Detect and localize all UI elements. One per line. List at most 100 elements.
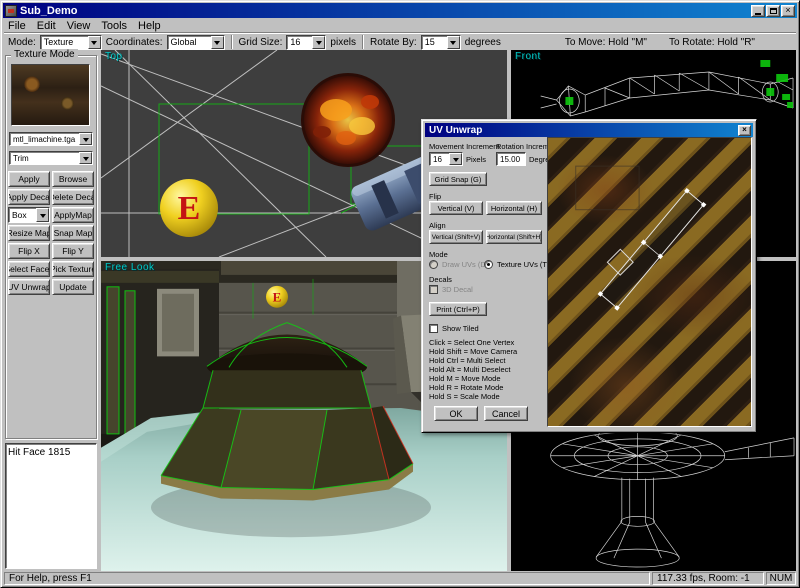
align-horizontal-button[interactable]: Horizontal (Shift+H) <box>486 230 542 244</box>
mode-combo[interactable]: Texture <box>40 35 102 50</box>
menu-bar: File Edit View Tools Help <box>4 19 796 32</box>
apply-decal-button[interactable]: Apply Decal <box>8 189 50 205</box>
texture-category-combo[interactable]: Trim <box>9 151 93 165</box>
uv-overlay <box>548 138 751 426</box>
menu-help[interactable]: Help <box>134 20 168 32</box>
maximize-icon <box>770 8 777 14</box>
menu-view[interactable]: View <box>63 20 98 32</box>
help-line: Hold Shift = Move Camera <box>429 347 517 356</box>
uv-unwrap-dialog: UV Unwrap × Movement Increment Rotation … <box>421 119 757 433</box>
texture-uvs-radio[interactable]: Texture UVs (T) <box>484 260 550 269</box>
texture-category-value: Trim <box>13 154 29 163</box>
e-ball-letter: E <box>273 290 282 305</box>
minimize-button[interactable] <box>751 5 765 17</box>
rotate-by-combo[interactable]: 15 <box>421 35 461 50</box>
status-num-lock: NUM <box>766 572 796 585</box>
fireball-sprite <box>301 73 395 167</box>
select-faces-button[interactable]: Select Faces <box>8 261 50 277</box>
app-window: Sub_Demo × File Edit View Tools Help Mod… <box>0 0 800 588</box>
rotate-by-unit: degrees <box>465 37 501 48</box>
chevron-down-icon[interactable] <box>79 133 92 145</box>
snap-map-button[interactable]: Snap Map <box>52 225 94 241</box>
align-vertical-button[interactable]: Vertical (Shift+V) <box>429 230 483 244</box>
chevron-down-icon[interactable] <box>36 208 49 222</box>
rotate-by-label: Rotate By: <box>370 37 417 48</box>
3d-decal-checkbox[interactable]: 3D Decal <box>429 285 473 294</box>
chevron-down-icon[interactable] <box>449 153 462 165</box>
close-button[interactable]: × <box>781 5 795 17</box>
uv-texture-canvas[interactable] <box>547 137 752 427</box>
radio-icon <box>429 260 438 269</box>
close-icon: × <box>785 6 790 15</box>
dialog-close-button[interactable]: × <box>738 125 751 136</box>
browse-button[interactable]: Browse <box>52 171 94 187</box>
show-tiled-checkbox[interactable]: Show Tiled <box>429 324 479 333</box>
print-button[interactable]: Print (Ctrl+P) <box>429 302 487 316</box>
menu-file[interactable]: File <box>4 20 33 32</box>
draw-uvs-label: Draw UVs (D) <box>442 260 488 269</box>
dialog-title-bar[interactable]: UV Unwrap × <box>425 123 753 137</box>
grid-size-unit: pixels <box>330 37 356 48</box>
coordinates-label: Coordinates: <box>106 37 163 48</box>
radio-selected-icon <box>484 260 493 269</box>
texture-mode-title: Texture Mode <box>11 49 78 60</box>
flip-horizontal-button[interactable]: Horizontal (H) <box>486 201 542 215</box>
front-viewport-label: Front <box>515 51 541 62</box>
texture-preview[interactable] <box>11 64 90 126</box>
flip-vertical-button[interactable]: Vertical (V) <box>429 201 483 215</box>
hit-face-list[interactable]: Hit Face 1815 <box>5 443 97 569</box>
chevron-down-icon[interactable] <box>88 36 101 49</box>
coordinates-combo-value: Global <box>171 37 197 47</box>
status-fps: 117.33 fps, Room: -1 <box>652 572 764 585</box>
help-line: Click = Select One Vertex <box>429 338 514 347</box>
list-item[interactable]: Hit Face 1815 <box>8 447 94 458</box>
chevron-down-icon[interactable] <box>447 36 460 49</box>
chevron-down-icon[interactable] <box>312 36 325 49</box>
cancel-button[interactable]: Cancel <box>484 406 528 421</box>
grid-size-combo[interactable]: 16 <box>286 35 326 50</box>
flip-x-button[interactable]: Flip X <box>8 243 50 259</box>
grid-snap-button[interactable]: Grid Snap (G) <box>429 172 487 186</box>
texture-uvs-label: Texture UVs (T) <box>497 260 550 269</box>
mode-label: Mode: <box>8 37 36 48</box>
draw-uvs-radio[interactable]: Draw UVs (D) <box>429 260 488 269</box>
texture-mode-groupbox: Texture Mode mtl_limachine.tga Trim Appl… <box>5 55 97 439</box>
mode-label: Mode <box>429 250 448 259</box>
wireframe-assembly <box>551 426 794 567</box>
maximize-button[interactable] <box>766 5 780 17</box>
toolbar: Mode: Texture Coordinates: Global Grid S… <box>4 32 796 50</box>
window-title: Sub_Demo <box>20 5 750 17</box>
help-line: Hold S = Scale Mode <box>429 392 500 401</box>
menu-edit[interactable]: Edit <box>33 20 63 32</box>
apply-map-button[interactable]: ApplyMap <box>52 207 94 223</box>
app-icon <box>5 5 17 17</box>
flip-y-button[interactable]: Flip Y <box>52 243 94 259</box>
chevron-down-icon[interactable] <box>211 36 224 49</box>
ok-button[interactable]: OK <box>434 406 478 421</box>
toolbar-separator <box>362 35 364 49</box>
show-tiled-label: Show Tiled <box>442 324 479 333</box>
close-icon: × <box>742 126 747 134</box>
minimize-icon <box>755 13 761 15</box>
title-bar[interactable]: Sub_Demo × <box>3 3 797 18</box>
uv-unwrap-button[interactable]: UV Unwrap <box>8 279 50 295</box>
resize-map-button[interactable]: Resize Map <box>8 225 50 241</box>
grid-size-label: Grid Size: <box>239 37 283 48</box>
pick-texture-button[interactable]: Pick Texture <box>52 261 94 277</box>
texture-file-combo[interactable]: mtl_limachine.tga <box>9 132 93 146</box>
wireframe-arm <box>541 72 793 116</box>
menu-tools[interactable]: Tools <box>97 20 134 32</box>
coordinates-combo[interactable]: Global <box>167 35 225 50</box>
rotation-increment-field[interactable]: 15.00 <box>496 152 526 166</box>
map-type-combo[interactable]: Box <box>8 207 50 223</box>
movement-unit-label: Pixels <box>466 155 486 164</box>
checkbox-icon <box>429 324 438 333</box>
delete-decal-button[interactable]: Delete Decal <box>52 189 94 205</box>
apply-button[interactable]: Apply <box>8 171 50 187</box>
mode-combo-value: Texture <box>44 37 74 47</box>
checkbox-icon <box>429 285 438 294</box>
update-button[interactable]: Update <box>52 279 94 295</box>
status-help-text: For Help, press F1 <box>4 572 650 585</box>
chevron-down-icon[interactable] <box>79 152 92 164</box>
movement-increment-combo[interactable]: 16 <box>429 152 463 166</box>
